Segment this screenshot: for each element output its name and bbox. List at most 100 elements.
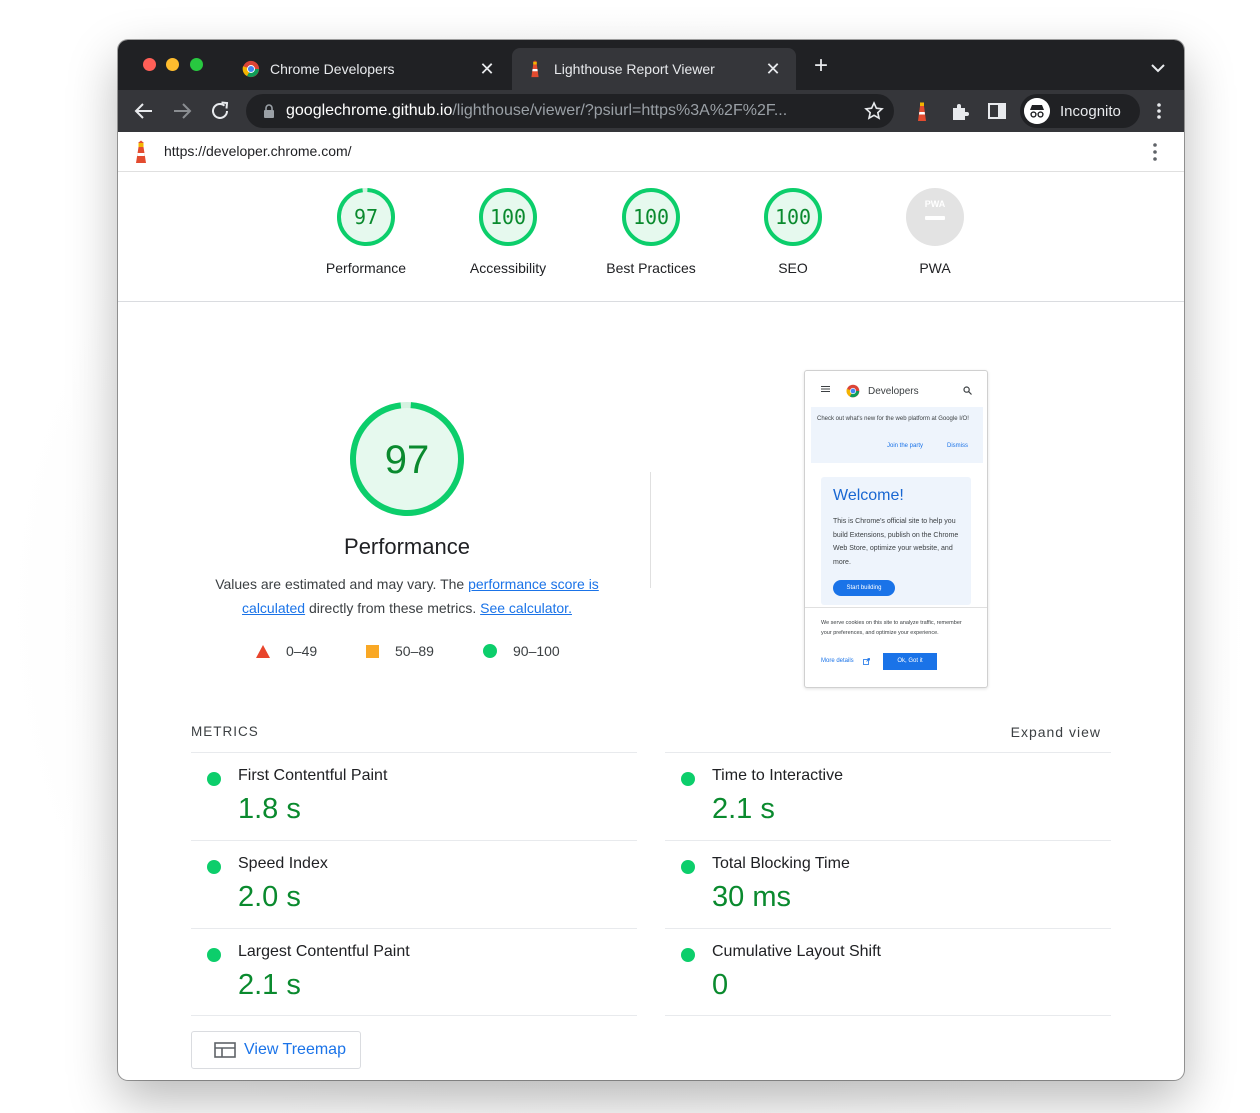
- desc-text: Values are estimated and may vary. The: [215, 576, 469, 592]
- view-treemap-label: View Treemap: [244, 1041, 346, 1058]
- screenshot-banner: Check out what's new for the web platfor…: [811, 407, 983, 463]
- url-host: googlechrome.github.io: [286, 102, 453, 119]
- metric-cumulative-layout-shift: Cumulative Layout Shift 0: [665, 928, 1111, 1016]
- metric-total-blocking-time: Total Blocking Time 30 ms: [665, 840, 1111, 928]
- side-panel-icon[interactable]: [985, 99, 1009, 123]
- gauge-label: Best Practices: [606, 260, 696, 276]
- close-icon[interactable]: ✕: [764, 59, 782, 80]
- browser-toolbar: googlechrome.github.io/lighthouse/viewer…: [118, 90, 1184, 132]
- metric-name: Time to Interactive: [712, 767, 844, 784]
- expand-view-toggle[interactable]: Expand view: [1011, 724, 1101, 740]
- gauge-label: Performance: [325, 260, 407, 276]
- close-icon[interactable]: ✕: [478, 59, 496, 80]
- performance-score: 97: [385, 438, 430, 482]
- performance-title: Performance: [344, 534, 470, 559]
- pass-dot-icon: [681, 948, 695, 962]
- metric-first-contentful-paint: First Contentful Paint 1.8 s: [191, 752, 637, 840]
- score-gauge: 100: [764, 188, 822, 246]
- screenshot-divider: [805, 607, 987, 608]
- gauge-best-practices[interactable]: 100 Best Practices: [581, 186, 721, 276]
- incognito-label: Incognito: [1060, 102, 1121, 120]
- legend-fail: 0–49: [256, 643, 317, 659]
- url-path: /lighthouse/viewer/?psiurl=https%3A%2F%2…: [452, 102, 788, 119]
- maximize-window-button[interactable]: [190, 58, 203, 71]
- gauge-score: 100: [490, 205, 526, 229]
- metric-value: 0: [712, 969, 729, 1001]
- banner-text: Check out what's new for the web platfor…: [817, 416, 969, 422]
- final-screenshot[interactable]: Developers Check out what's new for the …: [804, 370, 988, 688]
- gauge-pwa[interactable]: PWA PWA: [865, 186, 1005, 276]
- legend-range: 0–49: [286, 643, 318, 659]
- chrome-icon: [242, 60, 260, 78]
- metric-value: 1.8 s: [238, 793, 301, 825]
- performance-gauge: 97: [350, 402, 464, 516]
- metrics-title: METRICS: [191, 724, 259, 739]
- view-treemap-button[interactable]: View Treemap: [191, 1031, 361, 1069]
- url-text[interactable]: googlechrome.github.io/lighthouse/viewer…: [286, 102, 856, 120]
- screenshot-header: Developers: [805, 371, 987, 405]
- tab-title: Lighthouse Report Viewer: [554, 61, 715, 77]
- treemap-icon: [214, 1042, 236, 1058]
- forward-arrow-icon[interactable]: [170, 99, 194, 123]
- see-calculator-link[interactable]: See calculator.: [480, 600, 572, 616]
- square-icon: [366, 644, 379, 658]
- reload-icon[interactable]: [208, 99, 232, 123]
- close-window-button[interactable]: [143, 58, 156, 71]
- lighthouse-logo-icon: [136, 140, 146, 163]
- hero-title: Welcome!: [833, 487, 904, 504]
- browser-window: Chrome Developers ✕ Lighthouse Report Vi…: [118, 40, 1184, 1080]
- tab-strip: Chrome Developers ✕ Lighthouse Report Vi…: [118, 40, 1184, 90]
- chevron-down-icon[interactable]: [1148, 58, 1168, 78]
- pass-dot-icon: [207, 948, 221, 962]
- metric-value: 2.1 s: [238, 969, 301, 1001]
- back-arrow-icon[interactable]: [132, 99, 156, 123]
- more-details-link: More details: [821, 658, 854, 664]
- banner-dismiss-link: Dismiss: [947, 443, 968, 449]
- pwa-badge-icon: PWA: [906, 188, 964, 246]
- score-gauge: 100: [479, 188, 537, 246]
- lock-icon[interactable]: [262, 104, 276, 118]
- screenshot-brand: Developers: [868, 386, 919, 397]
- tab-lighthouse-report-viewer[interactable]: Lighthouse Report Viewer ✕: [512, 48, 796, 90]
- metric-value: 2.0 s: [238, 881, 301, 913]
- gauge-label: SEO: [778, 260, 808, 276]
- circle-icon: [483, 644, 497, 658]
- performance-description: Values are estimated and may vary. The p…: [203, 572, 611, 620]
- metric-speed-index: Speed Index 2.0 s: [191, 840, 637, 928]
- gauge-score: 97: [354, 205, 378, 229]
- hamburger-icon: [821, 386, 830, 392]
- minimize-window-button[interactable]: [166, 58, 179, 71]
- gauge-performance[interactable]: 97 Performance: [296, 186, 436, 276]
- gauge-accessibility[interactable]: 100 Accessibility: [438, 186, 578, 276]
- address-bar[interactable]: googlechrome.github.io/lighthouse/viewer…: [246, 94, 894, 128]
- hero-text: This is Chrome's official site to help y…: [833, 518, 959, 566]
- tab-chrome-developers[interactable]: Chrome Developers ✕: [228, 48, 510, 90]
- more-menu-icon[interactable]: [1147, 99, 1171, 123]
- external-link-icon: [863, 658, 870, 665]
- extensions-puzzle-icon[interactable]: [948, 99, 972, 123]
- metrics-bottom-divider: [665, 1015, 1111, 1016]
- desc-text: directly from these metrics.: [305, 600, 481, 616]
- chrome-icon: [846, 384, 860, 398]
- ok-got-it-button: Ok, Got it: [883, 653, 937, 670]
- gauge-score: 100: [633, 205, 669, 229]
- banner-join-link: Join the party: [887, 443, 924, 449]
- legend-average: 50–89: [366, 643, 434, 659]
- new-tab-button[interactable]: +: [808, 54, 834, 80]
- cookie-text: We serve cookies on this site to analyze…: [821, 620, 962, 636]
- metric-name: Speed Index: [238, 855, 328, 872]
- incognito-profile-button[interactable]: Incognito: [1020, 94, 1140, 128]
- section-divider: [650, 472, 651, 588]
- score-gauge: 97: [337, 188, 395, 246]
- incognito-icon: [1024, 98, 1050, 124]
- gauge-label: PWA: [919, 260, 951, 276]
- tools-menu-icon[interactable]: [1148, 141, 1162, 163]
- gauge-seo[interactable]: 100 SEO: [723, 186, 863, 276]
- bookmark-star-icon[interactable]: [864, 101, 884, 121]
- search-icon: [963, 386, 972, 395]
- start-building-button: Start building: [833, 580, 895, 596]
- pass-dot-icon: [207, 860, 221, 874]
- lighthouse-extension-icon[interactable]: [910, 99, 934, 123]
- pass-dot-icon: [681, 772, 695, 786]
- metric-name: Total Blocking Time: [712, 855, 850, 872]
